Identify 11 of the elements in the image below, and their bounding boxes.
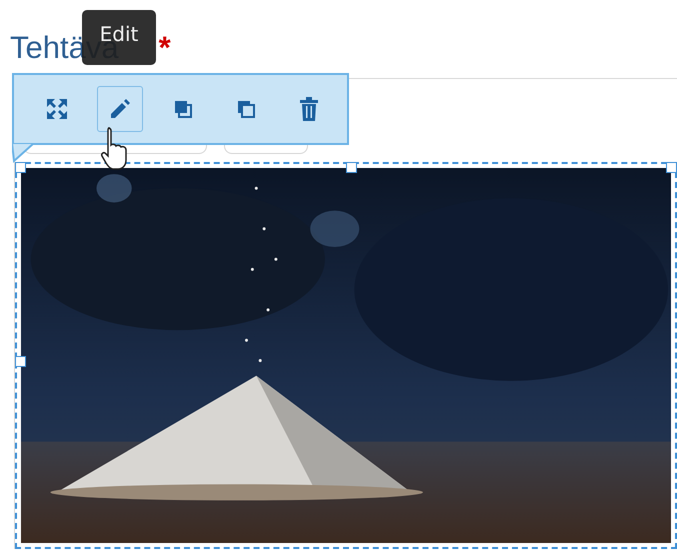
resize-handle[interactable]: [15, 356, 26, 366]
resize-handle[interactable]: [666, 162, 677, 173]
expand-icon: [46, 98, 68, 120]
send-back-icon: [236, 99, 256, 119]
resize-handle[interactable]: [346, 162, 357, 173]
edit-button[interactable]: [97, 86, 143, 132]
pencil-icon: [108, 97, 132, 121]
resize-handle[interactable]: [15, 162, 26, 173]
required-mark: *: [158, 29, 171, 67]
trash-icon: [299, 97, 319, 121]
bring-front-icon: [173, 99, 193, 119]
